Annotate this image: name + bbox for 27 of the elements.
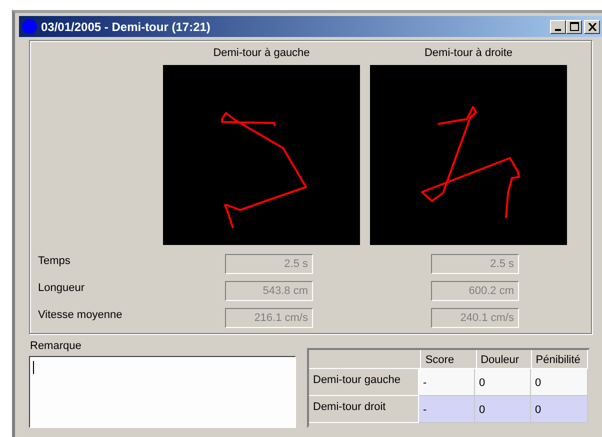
maximize-icon: [570, 22, 578, 30]
table-cell: 0: [475, 396, 531, 423]
table-cell: -: [419, 396, 475, 423]
readonly-field: 240.1 cm/s: [431, 308, 519, 328]
readonly-field: 543.8 cm: [225, 281, 313, 301]
minimize-icon: [555, 28, 561, 30]
app-icon: [22, 19, 37, 34]
plot-title: Demi-tour à droite: [424, 46, 513, 61]
table-cell: 0: [531, 396, 588, 423]
maximize-button[interactable]: [566, 20, 582, 34]
measure-label: Vitesse moyenne: [37, 309, 124, 321]
plot-title: Demi-tour à gauche: [213, 46, 310, 61]
remark-label: Remarque: [29, 340, 82, 354]
remark-field[interactable]: [29, 356, 296, 428]
measure-label: Longueur: [37, 282, 86, 294]
table-row[interactable]: - 0 0: [419, 369, 588, 396]
close-button[interactable]: [584, 20, 600, 34]
measure-label: Temps: [37, 255, 72, 267]
minimize-button[interactable]: [550, 20, 566, 34]
table-row[interactable]: - 0 0: [419, 396, 588, 423]
close-icon: [588, 22, 596, 30]
readonly-field: 600.2 cm: [431, 281, 519, 301]
text-cursor: [33, 361, 34, 374]
readonly-field: 216.1 cm/s: [225, 308, 313, 328]
window-title: 03/01/2005 - Demi-tour (17:21): [41, 20, 212, 34]
readonly-field: 2.5 s: [225, 254, 313, 274]
readonly-field: 2.5 s: [431, 254, 519, 274]
